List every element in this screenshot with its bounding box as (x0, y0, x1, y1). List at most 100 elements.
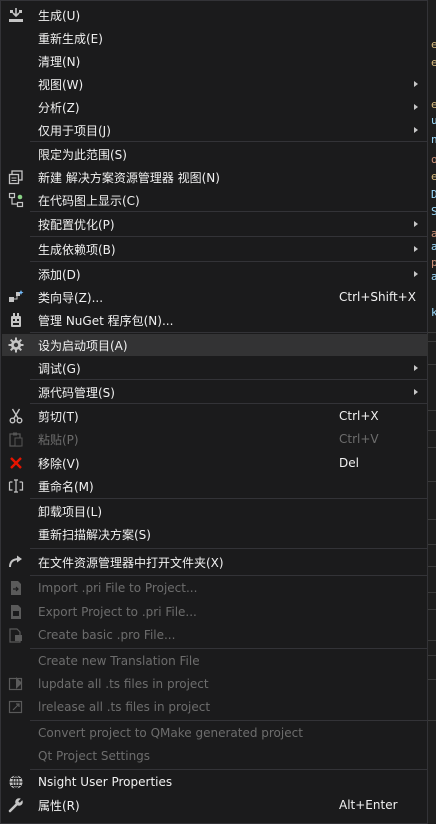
menu-item-build[interactable]: 生成(U) (2, 4, 428, 26)
menu-item-label: 重命名(M) (38, 479, 94, 494)
rename-icon (8, 478, 24, 494)
menu-item-label: 新建 解决方案资源管理器 视图(N) (38, 170, 220, 185)
menu-item-shortcut: Alt+Enter (339, 798, 398, 812)
menu-item-label: 视图(W) (38, 77, 84, 92)
menu-item-label: Qt Project Settings (38, 749, 151, 763)
menu-item-shortcut: Del (339, 456, 359, 470)
menu-item-label: 设为启动项目(A) (38, 338, 128, 353)
menu-item-label: 在文件资源管理器中打开文件夹(X) (38, 555, 224, 570)
menu-item-rescan-solution[interactable]: 重新扫描解决方案(S) (2, 523, 428, 545)
menu-item-source-control[interactable]: 源代码管理(S) (2, 381, 428, 403)
menu-item-rename[interactable]: 重命名(M) (2, 475, 428, 497)
submenu-arrow-icon (414, 365, 418, 371)
menu-item-label: 生成依赖项(B) (38, 242, 116, 257)
menu-item-nsight-properties[interactable]: Nsight User Properties (2, 771, 428, 793)
menu-separator (30, 720, 427, 721)
menu-item-view[interactable]: 视图(W) (2, 73, 428, 95)
menu-separator (30, 211, 427, 212)
editor-guide-line (428, 430, 436, 431)
menu-item-label: 仅用于项目(J) (38, 123, 111, 138)
gear-icon (8, 337, 24, 353)
class-wizard-icon (8, 289, 24, 305)
menu-item-paste: 粘贴(P) Ctrl+V (2, 428, 428, 450)
menu-item-build-dependencies[interactable]: 生成依赖项(B) (2, 238, 428, 260)
menu-item-show-on-code-map[interactable]: 在代码图上显示(C) (2, 189, 428, 211)
menu-item-lrelease: lrelease all .ts files in project (2, 696, 428, 718)
menu-separator (30, 648, 427, 649)
menu-item-manage-nuget[interactable]: 管理 NuGet 程序包(N)... (2, 309, 428, 331)
menu-separator (30, 261, 427, 262)
code-map-icon (8, 192, 24, 208)
menu-item-add[interactable]: 添加(D) (2, 263, 428, 285)
menu-item-label: 卸载项目(L) (38, 504, 103, 519)
menu-item-label: Convert project to QMake generated proje… (38, 726, 303, 740)
menu-item-new-solution-explorer-view[interactable]: 新建 解决方案资源管理器 视图(N) (2, 166, 428, 188)
editor-guide-line (428, 566, 436, 567)
menu-item-label: 粘贴(P) (38, 432, 79, 447)
menu-item-cut[interactable]: 剪切(T) Ctrl+X (2, 405, 428, 427)
menu-item-unload-project[interactable]: 卸载项目(L) (2, 500, 428, 522)
menu-item-open-in-file-explorer[interactable]: 在文件资源管理器中打开文件夹(X) (2, 551, 428, 573)
editor-code-glyph: n (431, 133, 436, 146)
submenu-arrow-icon (414, 246, 418, 252)
menu-separator (30, 332, 427, 333)
menu-item-set-startup-project[interactable]: 设为启动项目(A) (2, 334, 428, 356)
submenu-arrow-icon (414, 221, 418, 227)
new-window-icon (8, 169, 24, 185)
editor-code-glyph: e (431, 38, 436, 51)
menu-item-remove[interactable]: 移除(V) Del (2, 452, 428, 474)
menu-item-qt-project-settings: Qt Project Settings (2, 745, 428, 767)
submenu-arrow-icon (414, 104, 418, 110)
menu-item-label: 移除(V) (38, 456, 80, 471)
editor-code-glyph: S (431, 205, 436, 218)
menu-item-label: Import .pri File to Project... (38, 581, 198, 595)
menu-item-label: Nsight User Properties (38, 775, 173, 789)
menu-item-class-wizard[interactable]: 类向导(Z)... Ctrl+Shift+X (2, 286, 428, 308)
menu-separator (30, 236, 427, 237)
menu-item-analyze[interactable]: 分析(Z) (2, 96, 428, 118)
editor-guide-line (428, 519, 436, 520)
menu-item-lupdate: lupdate all .ts files in project (2, 673, 428, 695)
nsight-globe-icon (8, 774, 24, 790)
menu-separator (30, 575, 427, 576)
editor-guide-line (428, 341, 436, 342)
editor-code-glyph: a (431, 240, 436, 253)
editor-guide-line (428, 481, 436, 482)
menu-item-label: 管理 NuGet 程序包(N)... (38, 313, 174, 328)
menu-item-scope-to-this[interactable]: 限定为此范围(S) (2, 143, 428, 165)
qt-pro-icon (8, 627, 24, 643)
menu-item-properties[interactable]: 属性(R) Alt+Enter (2, 794, 428, 816)
menu-item-label: Export Project to .pri File... (38, 605, 197, 619)
menu-item-label: Create new Translation File (38, 654, 200, 668)
editor-code-glyph: u (431, 114, 436, 127)
project-context-menu: 生成(U) 重新生成(E) 清理(N) 视图(W) 分析(Z) 仅用于项目(J) 限定为此范… (0, 0, 428, 824)
menu-separator (30, 403, 427, 404)
editor-code-glyph: o (431, 153, 436, 166)
submenu-arrow-icon (414, 81, 418, 87)
menu-item-label: 分析(Z) (38, 100, 80, 115)
menu-item-project-only[interactable]: 仅用于项目(J) (2, 119, 428, 141)
menu-item-clean[interactable]: 清理(N) (2, 50, 428, 72)
menu-item-debug[interactable]: 调试(G) (2, 357, 428, 379)
editor-code-glyph: D (431, 188, 436, 201)
menu-separator (30, 141, 427, 142)
editor-guide-line (428, 640, 436, 641)
menu-item-label: 调试(G) (38, 361, 81, 376)
menu-item-profile-guided-optimization[interactable]: 按配置优化(P) (2, 213, 428, 235)
menu-item-label: Create basic .pro File... (38, 628, 176, 642)
editor-code-glyph: e (431, 170, 436, 183)
menu-item-label: 重新生成(E) (38, 31, 103, 46)
menu-item-rebuild[interactable]: 重新生成(E) (2, 27, 428, 49)
editor-guide-line (428, 410, 436, 411)
menu-item-create-pro: Create basic .pro File... (2, 624, 428, 646)
submenu-arrow-icon (414, 389, 418, 395)
menu-item-shortcut: Ctrl+Shift+X (339, 290, 416, 304)
menu-item-label: 限定为此范围(S) (38, 147, 127, 162)
menu-separator (30, 498, 427, 499)
editor-code-glyph: a (431, 270, 436, 283)
qt-lupdate-icon (8, 676, 24, 692)
menu-item-label: 类向导(Z)... (38, 290, 104, 305)
editor-guide-line (428, 447, 436, 448)
editor-guide-line (428, 364, 436, 365)
qt-export-icon (8, 604, 24, 620)
